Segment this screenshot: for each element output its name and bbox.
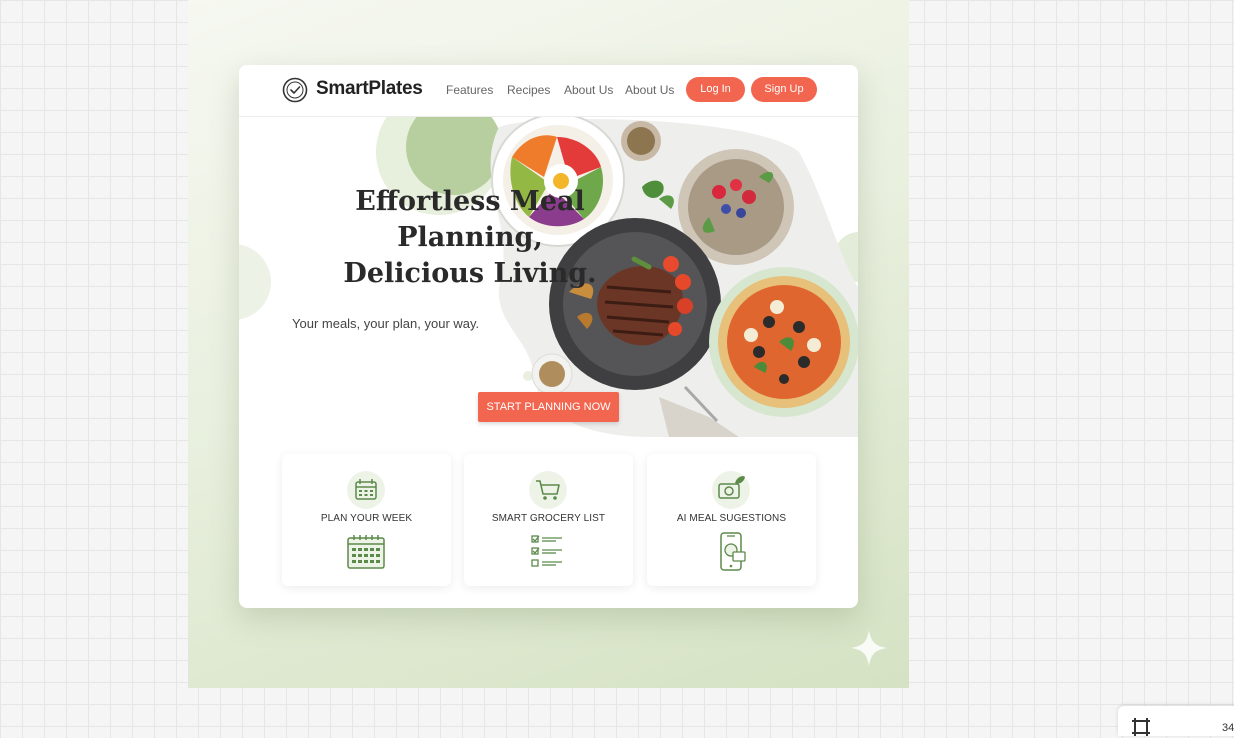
nav-link-recipes[interactable]: Recipes: [507, 83, 550, 97]
feature-card-plan-week[interactable]: PLAN YOUR WEEK: [282, 454, 451, 586]
checklist-icon: [531, 535, 562, 567]
camera-leaf-icon: [712, 471, 750, 509]
feature-label-grocery-list: SMART GROCERY LIST: [491, 513, 606, 524]
calendar-grid-icon: [347, 535, 385, 569]
feature-label-ai-suggestions: AI MEAL SUGESTIONS: [676, 513, 787, 524]
hero-headline-line-1: Effortless Meal Planning,: [355, 186, 585, 253]
feature-card-ai-suggestions[interactable]: AI MEAL SUGESTIONS: [647, 454, 816, 586]
calendar-icon: [347, 471, 385, 509]
top-nav: SmartPlates Features Recipes About Us Ab…: [239, 65, 858, 117]
feature-label-plan-week: PLAN YOUR WEEK: [320, 513, 413, 524]
nav-link-features[interactable]: Features: [446, 83, 493, 97]
toolbar-value: 34: [1222, 722, 1234, 734]
signup-button[interactable]: Sign Up: [751, 77, 817, 102]
phone-meal-icon: [720, 532, 746, 571]
shopping-cart-icon: [529, 471, 567, 509]
brand-name: SmartPlates: [316, 78, 423, 99]
frame-tool-icon: [1132, 718, 1150, 736]
start-planning-button[interactable]: START PLANNING NOW: [478, 392, 619, 422]
sparkle-icon: [851, 630, 887, 666]
hero-headline-line-2: Delicious Living.: [343, 258, 597, 289]
hero-headline: Effortless Meal Planning, Delicious Livi…: [280, 184, 660, 292]
nav-link-about-us-2[interactable]: About Us: [625, 83, 674, 97]
feature-card-grocery-list[interactable]: SMART GROCERY LIST: [464, 454, 633, 586]
landing-page-card: SmartPlates Features Recipes About Us Ab…: [239, 65, 858, 608]
login-button[interactable]: Log In: [686, 77, 745, 102]
bottom-toolbar-chip[interactable]: 34: [1118, 706, 1234, 736]
logo-check-icon: [282, 77, 308, 103]
nav-link-about-us[interactable]: About Us: [564, 83, 613, 97]
hero-subline: Your meals, your plan, your way.: [292, 316, 480, 331]
